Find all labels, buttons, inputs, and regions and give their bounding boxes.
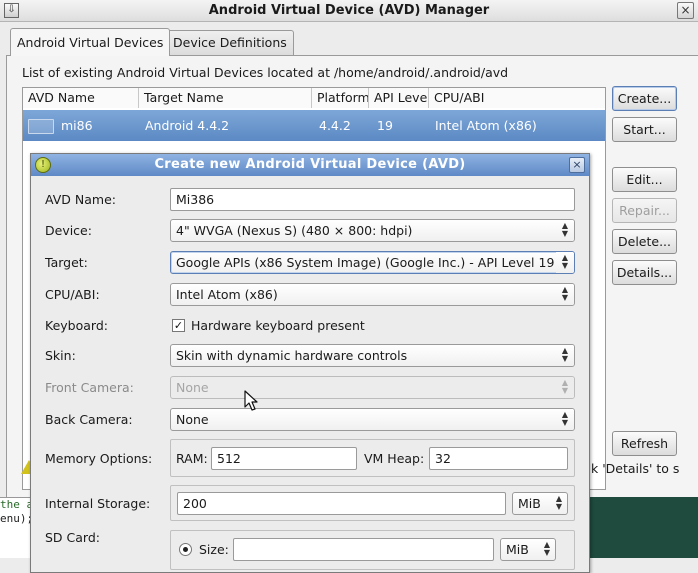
terminal-line: enu);	[0, 512, 30, 525]
updown-arrows-icon: ▲ ▼	[555, 494, 563, 511]
updown-arrows-icon: ▲ ▼	[543, 540, 551, 557]
terminal-window: the a enu);	[0, 497, 30, 558]
avd-name-field[interactable]	[170, 188, 575, 211]
skin-select[interactable]: Skin with dynamic hardware controls ▲ ▼	[170, 344, 575, 367]
delete-button[interactable]: Delete...	[612, 229, 677, 254]
updown-arrows-icon: ▲ ▼	[556, 409, 574, 430]
memory-options-label: Memory Options:	[45, 451, 153, 466]
updown-arrows-icon: ▲ ▼	[556, 220, 574, 241]
android-app-icon: !	[35, 157, 51, 173]
column-header-cpu-abi[interactable]: CPU/ABI	[429, 88, 605, 108]
internal-storage-field[interactable]	[177, 492, 506, 515]
repair-button[interactable]: Repair...	[612, 198, 677, 223]
dialog-title: Create new Android Virtual Device (AVD)	[154, 157, 466, 172]
keyboard-label: Keyboard:	[45, 318, 108, 333]
dialog-close-icon[interactable]: ×	[569, 157, 585, 173]
target-label: Target:	[45, 255, 88, 270]
refresh-button[interactable]: Refresh	[612, 431, 677, 456]
updown-arrows-icon: ▲ ▼	[556, 377, 574, 398]
back-camera-label: Back Camera:	[45, 412, 133, 427]
ram-label: RAM:	[176, 451, 208, 466]
internal-storage-label: Internal Storage:	[45, 496, 151, 511]
device-select[interactable]: 4" WVGA (Nexus S) (480 × 800: hdpi) ▲ ▼	[170, 219, 575, 242]
column-header-avd-name[interactable]: AVD Name	[23, 88, 139, 108]
cpu-abi-label: CPU/ABI:	[45, 287, 100, 302]
edit-button[interactable]: Edit...	[612, 167, 677, 192]
front-camera-label: Front Camera:	[45, 380, 134, 395]
back-camera-select-value: None	[176, 412, 209, 427]
ram-field[interactable]	[211, 447, 357, 470]
create-button[interactable]: Create...	[612, 86, 677, 111]
column-header-platform[interactable]: Platform	[312, 88, 369, 108]
window-close-icon[interactable]: ×	[677, 2, 694, 19]
mouse-pointer-icon	[244, 390, 258, 411]
sd-size-unit-value: MiB	[506, 542, 529, 557]
sd-size-radio[interactable]	[179, 543, 192, 556]
cpu-abi-select[interactable]: Intel Atom (x86) ▲ ▼	[170, 283, 575, 306]
front-camera-select[interactable]: None ▲ ▼	[170, 376, 575, 399]
terminal-line: the a	[0, 498, 30, 511]
cell-platform: 4.4.2	[319, 118, 351, 133]
front-camera-select-value: None	[176, 380, 209, 395]
window-title-bar: Android Virtual Device (AVD) Manager	[0, 0, 698, 22]
target-select-value: Google APIs (x86 System Image) (Google I…	[176, 255, 555, 270]
sd-size-label: Size:	[199, 542, 229, 557]
internal-storage-unit-value: MiB	[518, 496, 541, 511]
window-menu-icon[interactable]: ⇩	[4, 3, 19, 18]
cell-cpu-abi: Intel Atom (x86)	[435, 118, 537, 133]
updown-arrows-icon: ▲ ▼	[556, 284, 574, 305]
start-button[interactable]: Start...	[612, 117, 677, 142]
tab-device-definitions[interactable]: Device Definitions	[166, 30, 294, 55]
internal-storage-unit-select[interactable]: MiB ▲ ▼	[512, 492, 568, 515]
column-header-target-name[interactable]: Target Name	[139, 88, 312, 108]
updown-arrows-icon: ▲ ▼	[556, 345, 574, 366]
hardware-keyboard-label[interactable]: Hardware keyboard present	[191, 318, 365, 333]
window-title: Android Virtual Device (AVD) Manager	[208, 3, 490, 18]
vm-heap-field[interactable]	[429, 447, 568, 470]
avd-status-icon	[28, 119, 54, 134]
desktop-background	[590, 497, 698, 558]
skin-select-value: Skin with dynamic hardware controls	[176, 348, 408, 363]
cell-avd-name: mi86	[61, 118, 93, 133]
cell-api-level: 19	[377, 118, 393, 133]
status-text: k 'Details' to s	[591, 461, 680, 476]
updown-arrows-icon: ▲ ▼	[556, 252, 574, 273]
avd-list-label: List of existing Android Virtual Devices…	[22, 65, 509, 80]
details-button[interactable]: Details...	[612, 260, 677, 285]
target-select[interactable]: Google APIs (x86 System Image) (Google I…	[170, 251, 575, 274]
device-label: Device:	[45, 223, 92, 238]
tab-android-virtual-devices[interactable]: Android Virtual Devices	[10, 28, 171, 56]
cell-target-name: Android 4.4.2	[145, 118, 230, 133]
skin-label: Skin:	[45, 348, 76, 363]
cpu-abi-select-value: Intel Atom (x86)	[176, 287, 278, 302]
avd-name-label: AVD Name:	[45, 192, 116, 207]
column-header-api-level[interactable]: API Leve	[369, 88, 429, 108]
dialog-title-bar: Create new Android Virtual Device (AVD)	[31, 154, 589, 176]
device-select-value: 4" WVGA (Nexus S) (480 × 800: hdpi)	[176, 223, 413, 238]
vm-heap-label: VM Heap:	[364, 451, 425, 466]
back-camera-select[interactable]: None ▲ ▼	[170, 408, 575, 431]
hardware-keyboard-checkbox[interactable]: ✓	[172, 319, 185, 332]
sd-card-label: SD Card:	[45, 530, 100, 545]
